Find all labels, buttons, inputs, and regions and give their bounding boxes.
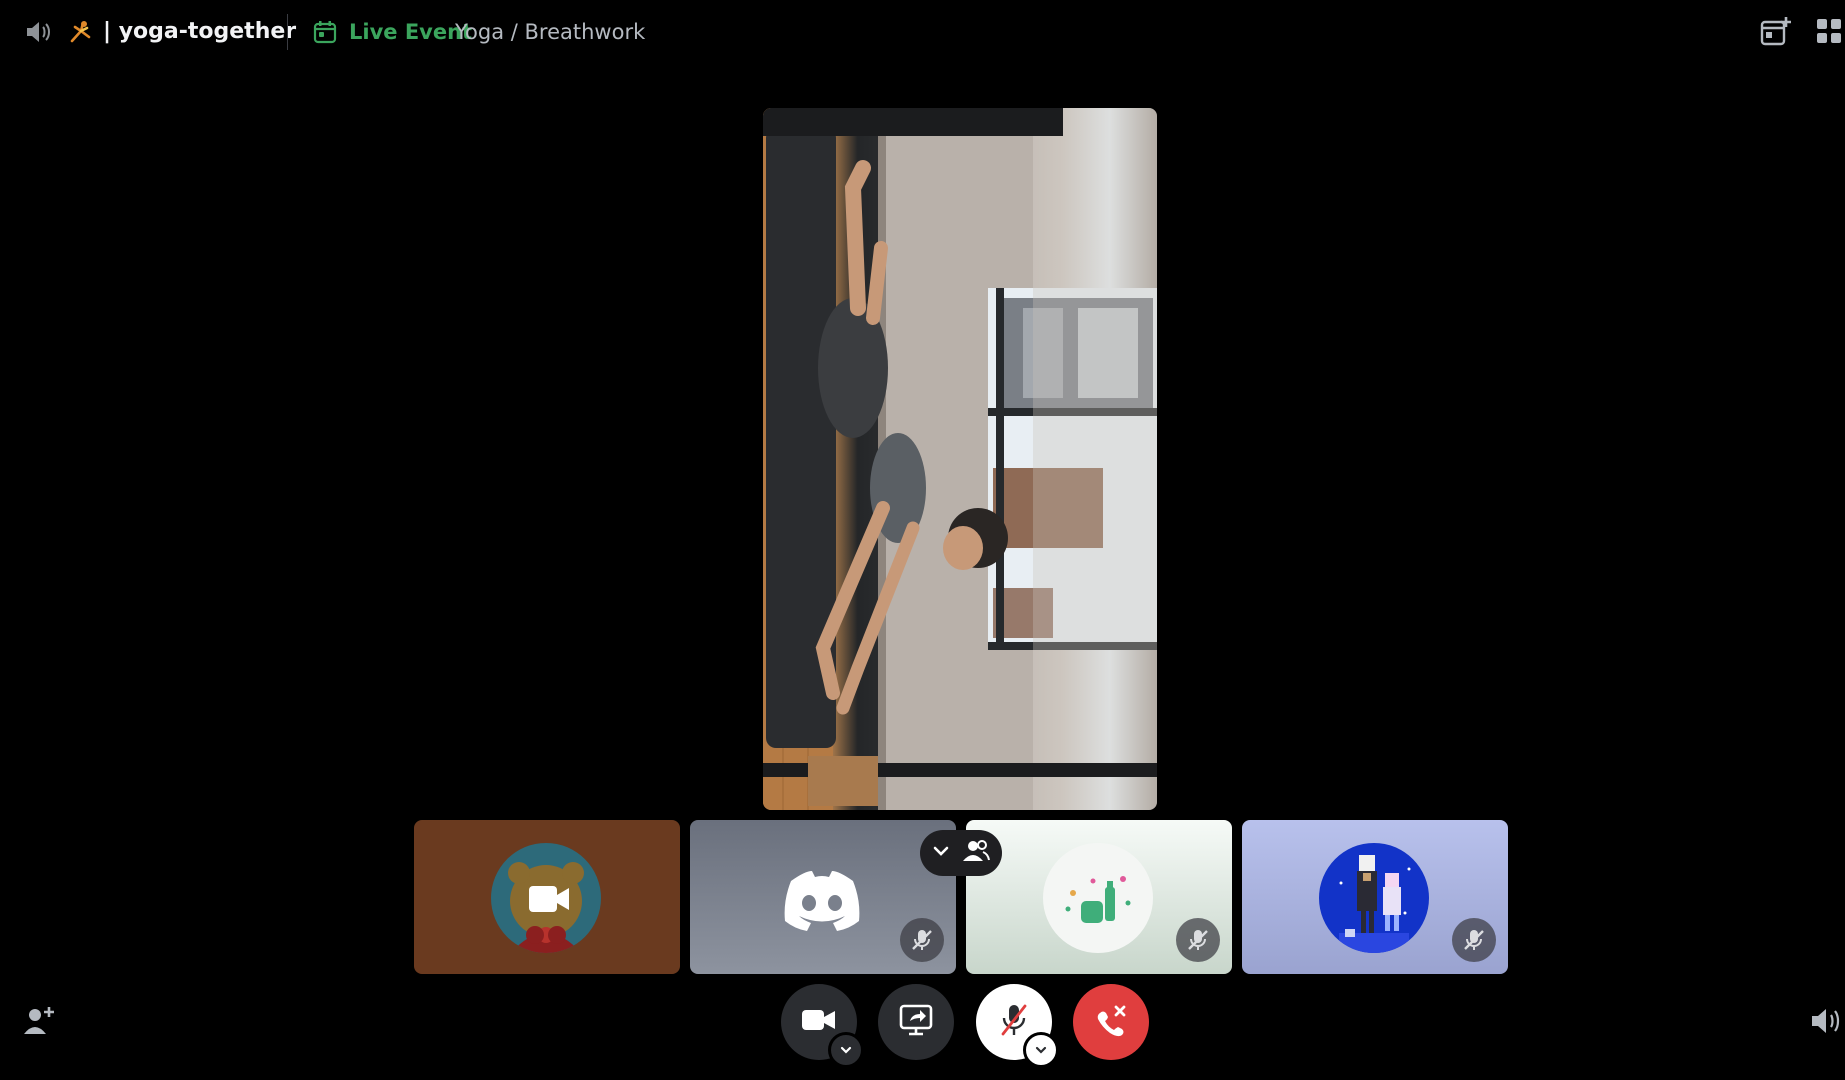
camera-options-chevron-icon[interactable] <box>828 1032 864 1068</box>
muted-microphone-icon <box>1452 918 1496 962</box>
calendar-icon <box>312 18 338 46</box>
sparkle-bottle-avatar <box>1043 843 1153 953</box>
speaker-icon <box>20 18 56 46</box>
call-header: | yoga-together Live Event Yoga / Breath… <box>0 0 1845 64</box>
channel-name[interactable]: | yoga-together <box>103 18 296 46</box>
screen-share-button[interactable] <box>878 984 954 1060</box>
microphone-muted-icon <box>999 1003 1029 1041</box>
hang-up-icon <box>1094 1003 1128 1041</box>
camera-icon <box>802 1008 836 1036</box>
screen-share-icon <box>899 1004 933 1040</box>
leave-call-button[interactable] <box>1073 984 1149 1060</box>
microphone-options-chevron-icon[interactable] <box>1023 1032 1059 1068</box>
cartwheel-emoji-icon <box>68 18 94 46</box>
main-video-stream[interactable] <box>763 108 1157 810</box>
participant-tile[interactable] <box>414 820 680 974</box>
collapse-participants-toggle[interactable] <box>920 830 1002 876</box>
participants-icon <box>962 839 990 867</box>
participant-tile[interactable] <box>1242 820 1508 974</box>
stream-frame-illustration <box>763 108 1157 810</box>
video-camera-icon <box>529 886 569 916</box>
event-name[interactable]: Yoga / Breathwork <box>455 18 645 46</box>
add-event-icon[interactable] <box>1758 14 1792 48</box>
muted-microphone-icon <box>1176 918 1220 962</box>
pixel-characters-avatar <box>1319 843 1429 953</box>
add-friend-icon[interactable] <box>22 1004 56 1038</box>
chevron-down-icon <box>932 842 950 864</box>
muted-microphone-icon <box>900 918 944 962</box>
participant-tile[interactable] <box>966 820 1232 974</box>
header-divider <box>287 14 288 50</box>
volume-icon[interactable] <box>1810 1006 1842 1038</box>
discord-logo-avatar <box>767 843 877 953</box>
grid-layout-icon[interactable] <box>1814 16 1844 46</box>
live-event-label[interactable]: Live Event <box>349 18 472 46</box>
participant-tile[interactable] <box>690 820 956 974</box>
